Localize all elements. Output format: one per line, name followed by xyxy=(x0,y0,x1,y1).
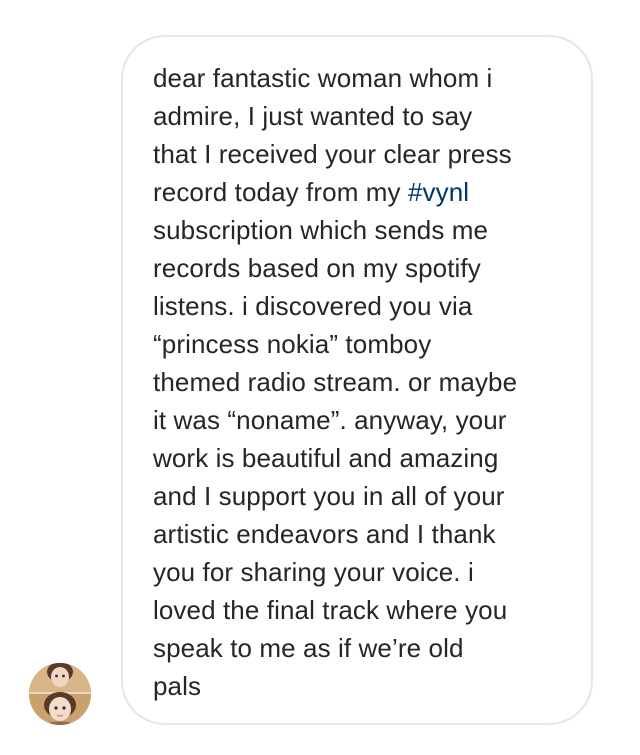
message-line: artistic endeavors and I thank xyxy=(153,519,496,549)
message-line: work is beautiful and amazing xyxy=(153,443,499,473)
message-line: speak to me as if we’re old xyxy=(153,633,464,663)
message-bubble[interactable]: dear fantastic woman whom i admire, I ju… xyxy=(121,35,593,725)
message-line: that I received your clear press xyxy=(153,139,512,169)
message-line: pals xyxy=(153,671,202,701)
message-line: listens. i discovered you via xyxy=(153,291,473,321)
message-line-with-hashtag: record today from my #vynl xyxy=(153,173,563,211)
message-line: dear fantastic woman whom i xyxy=(153,63,493,93)
message-line: “princess nokia” tomboy xyxy=(153,329,432,359)
message-line: subscription which sends me xyxy=(153,215,489,245)
profile-photo-avatar-icon xyxy=(29,663,91,725)
message-line: you for sharing your voice. i xyxy=(153,557,474,587)
message-line: loved the final track where you xyxy=(153,595,508,625)
sender-avatar[interactable] xyxy=(29,663,91,725)
message-line: and I support you in all of your xyxy=(153,481,505,511)
message-line: admire, I just wanted to say xyxy=(153,101,473,131)
message-line: themed radio stream. or maybe xyxy=(153,367,518,397)
hashtag-link[interactable]: #vynl xyxy=(408,177,469,207)
message-thread: dear fantastic woman whom i admire, I ju… xyxy=(0,0,640,755)
message-line: records based on my spotify xyxy=(153,253,481,283)
message-text: dear fantastic woman whom i admire, I ju… xyxy=(153,59,563,705)
message-line: record today from my xyxy=(153,177,408,207)
message-line: it was “noname”. anyway, your xyxy=(153,405,507,435)
